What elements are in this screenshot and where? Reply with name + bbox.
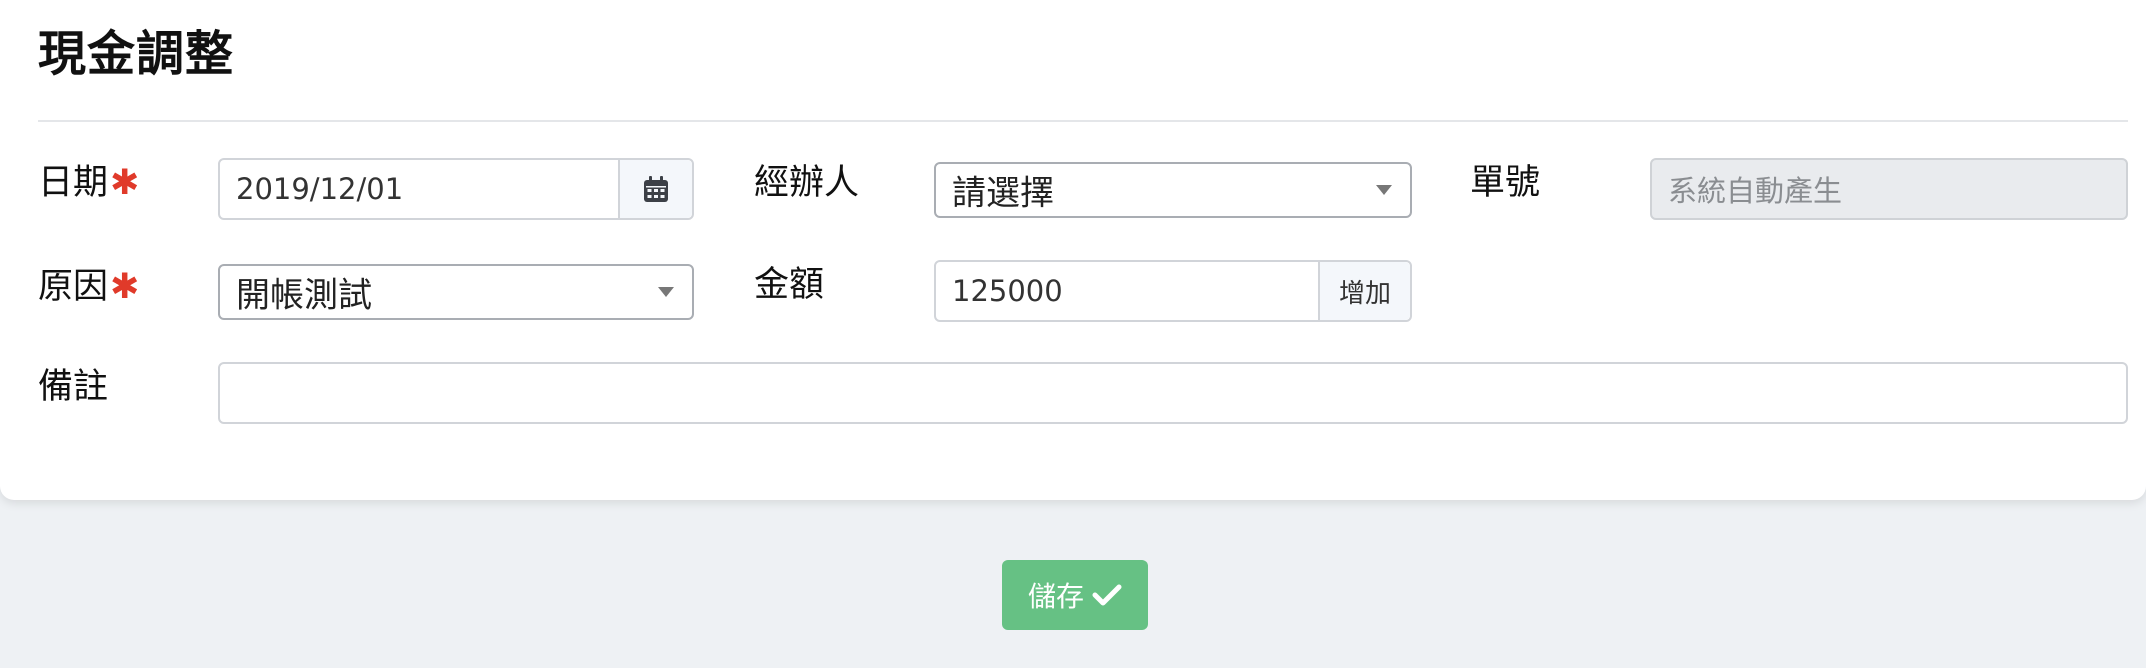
amount-input[interactable]: 125000 [952, 274, 1063, 308]
increase-button-label: 增加 [1338, 278, 1391, 309]
note-label: 備註 [38, 367, 109, 407]
page-title: 現金調整 [38, 26, 235, 82]
doc-no-placeholder: 系統自動產生 [1668, 174, 1843, 208]
note-input[interactable] [218, 362, 2128, 424]
required-mark: ✱ [110, 163, 140, 203]
reason-select[interactable]: 開帳測試 [218, 264, 694, 320]
handler-label: 經辦人 [754, 163, 860, 203]
required-mark: ✱ [110, 267, 140, 307]
reason-label-text: 原因 [38, 267, 109, 307]
date-label-text: 日期 [38, 163, 109, 203]
handler-selected: 請選擇 [952, 173, 1054, 214]
reason-label: 原因✱ [38, 270, 139, 305]
save-button-label: 儲存 [1027, 580, 1084, 613]
chevron-down-icon [1376, 185, 1392, 195]
reason-selected: 開帳測試 [236, 275, 372, 316]
calendar-button[interactable] [618, 160, 692, 218]
amount-input-group: 125000 增加 [934, 260, 1412, 322]
cash-adjustment-card: 現金調整 日期✱ 2019/12/01 經辦人 請選擇 單號 系統自動產生 原因… [0, 0, 2146, 500]
doc-no-label: 單號 [1470, 163, 1541, 203]
handler-select[interactable]: 請選擇 [934, 162, 1412, 218]
chevron-down-icon [658, 287, 674, 297]
date-input-group: 2019/12/01 [218, 158, 694, 220]
date-input[interactable]: 2019/12/01 [236, 172, 403, 206]
doc-no-field: 系統自動產生 [1650, 158, 2128, 220]
calendar-icon [644, 176, 668, 202]
amount-label: 金額 [754, 265, 825, 305]
increase-button[interactable]: 增加 [1318, 262, 1410, 320]
check-icon [1092, 583, 1122, 607]
date-label: 日期✱ [38, 166, 139, 201]
title-divider [38, 120, 2128, 122]
save-button[interactable]: 儲存 [1002, 560, 1148, 630]
